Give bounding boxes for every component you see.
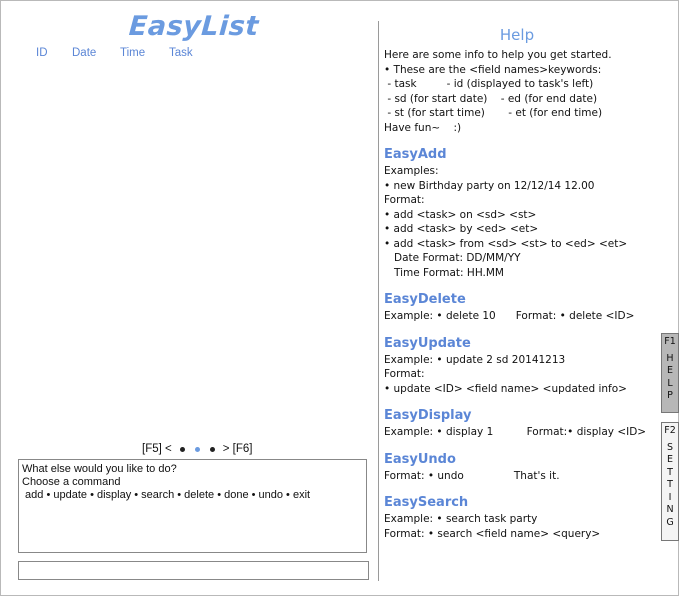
help-section-line: Format: • undo That's it. bbox=[384, 469, 560, 482]
feedback-command-list: add • update • display • search • delete… bbox=[22, 489, 311, 501]
help-section-line: Date Format: DD/MM/YY bbox=[384, 252, 521, 264]
feedback-prompt: What else would you like to do? bbox=[22, 463, 177, 475]
help-intro-line: Have fun~ :) bbox=[384, 121, 462, 134]
prev-page-control[interactable]: [F5] < bbox=[142, 443, 172, 455]
help-section-line: Example: • search task party bbox=[384, 513, 538, 525]
help-intro-line: - sd (for start date) - ed (for end date… bbox=[384, 92, 598, 105]
help-section-line: Format: bbox=[384, 368, 425, 380]
panel-divider bbox=[378, 21, 379, 581]
column-header-time: Time bbox=[120, 47, 146, 59]
help-section-title: EasyDisplay bbox=[384, 408, 472, 423]
feedback-instruction: Choose a command bbox=[22, 476, 121, 488]
page-navigator: [F5] < > [F6] bbox=[142, 443, 252, 455]
help-section: EasyDelete Example: • delete 10 Format: •… bbox=[384, 292, 654, 324]
help-intro: Here are some info to help you get start… bbox=[384, 48, 654, 135]
help-section-title: EasyDelete bbox=[384, 292, 466, 307]
help-section-line: Format: bbox=[384, 194, 425, 206]
help-panel: Help Here are some info to help you get … bbox=[384, 26, 654, 541]
help-title: Help bbox=[499, 26, 535, 44]
help-section-line: • add <task> by <ed> <et> bbox=[384, 223, 539, 235]
help-intro-line: Here are some info to help you get start… bbox=[384, 49, 612, 61]
page-dots bbox=[175, 443, 220, 455]
help-section-line: Example: • update 2 sd 20141213 bbox=[384, 353, 566, 366]
app-title: EasyList bbox=[127, 11, 260, 42]
help-intro-line: - st (for start time) - et (for end time… bbox=[384, 107, 603, 119]
tab-help-label: H E L P bbox=[666, 352, 674, 402]
help-section: EasyUndo Format: • undo That's it. bbox=[384, 452, 654, 484]
help-section-line: • add <task> on <sd> <st> bbox=[384, 208, 537, 221]
help-section-title: EasyUpdate bbox=[384, 335, 471, 351]
tab-help-key: F1 bbox=[664, 336, 676, 347]
tab-setting-key: F2 bbox=[664, 425, 676, 436]
tab-setting[interactable]: F2 S E T T I N G bbox=[661, 422, 679, 541]
next-page-control[interactable]: > [F6] bbox=[223, 443, 253, 455]
help-section-line: Example: • display 1 Format:• display <I… bbox=[384, 426, 647, 438]
help-section-line: Example: • delete 10 Format: • delete <I… bbox=[384, 310, 635, 322]
help-section-line: • update <ID> <field name> <updated info… bbox=[384, 382, 627, 395]
help-section-line: Examples: bbox=[384, 165, 439, 177]
column-header-date: Date bbox=[72, 47, 97, 59]
help-sections: EasyAdd Examples: • new Birthday party on … bbox=[384, 147, 654, 541]
help-section-title: EasyAdd bbox=[384, 147, 447, 162]
help-section-title: EasyUndo bbox=[384, 451, 456, 467]
command-input[interactable] bbox=[18, 561, 369, 580]
command-feedback-area[interactable]: What else would you like to do? Choose a… bbox=[18, 459, 367, 553]
help-section-line: • add <task> from <sd> <st> to <ed> <et> bbox=[384, 237, 628, 250]
help-section-line: Time Format: HH.MM bbox=[384, 266, 504, 279]
help-section: EasySearch Example: • search task party Fo… bbox=[384, 495, 654, 541]
page-dot[interactable] bbox=[209, 447, 215, 452]
help-section-title: EasySearch bbox=[384, 495, 469, 510]
help-section-line: Format: • search <field name> <query> bbox=[384, 527, 601, 540]
page-dot[interactable] bbox=[194, 447, 200, 452]
help-section: EasyAdd Examples: • new Birthday party on … bbox=[384, 147, 654, 280]
app-window: EasyList ID Date Time Task [F5] < > [F6]… bbox=[0, 0, 679, 596]
help-section-line: • new Birthday party on 12/12/14 12.00 bbox=[384, 179, 595, 192]
column-header-task: Task bbox=[169, 47, 193, 59]
tab-help[interactable]: F1 H E L P bbox=[661, 333, 679, 413]
help-intro-line: - task - id (displayed to task's left) bbox=[384, 78, 594, 90]
help-intro-line: • These are the <field names>keywords: bbox=[384, 63, 602, 76]
column-header-id: ID bbox=[36, 47, 48, 59]
help-section: EasyUpdate Example: • update 2 sd 2014121… bbox=[384, 336, 654, 397]
page-dot[interactable] bbox=[179, 447, 185, 452]
tab-setting-label: S E T T I N G bbox=[666, 441, 674, 528]
help-section: EasyDisplay Example: • display 1 Format:•… bbox=[384, 408, 654, 440]
